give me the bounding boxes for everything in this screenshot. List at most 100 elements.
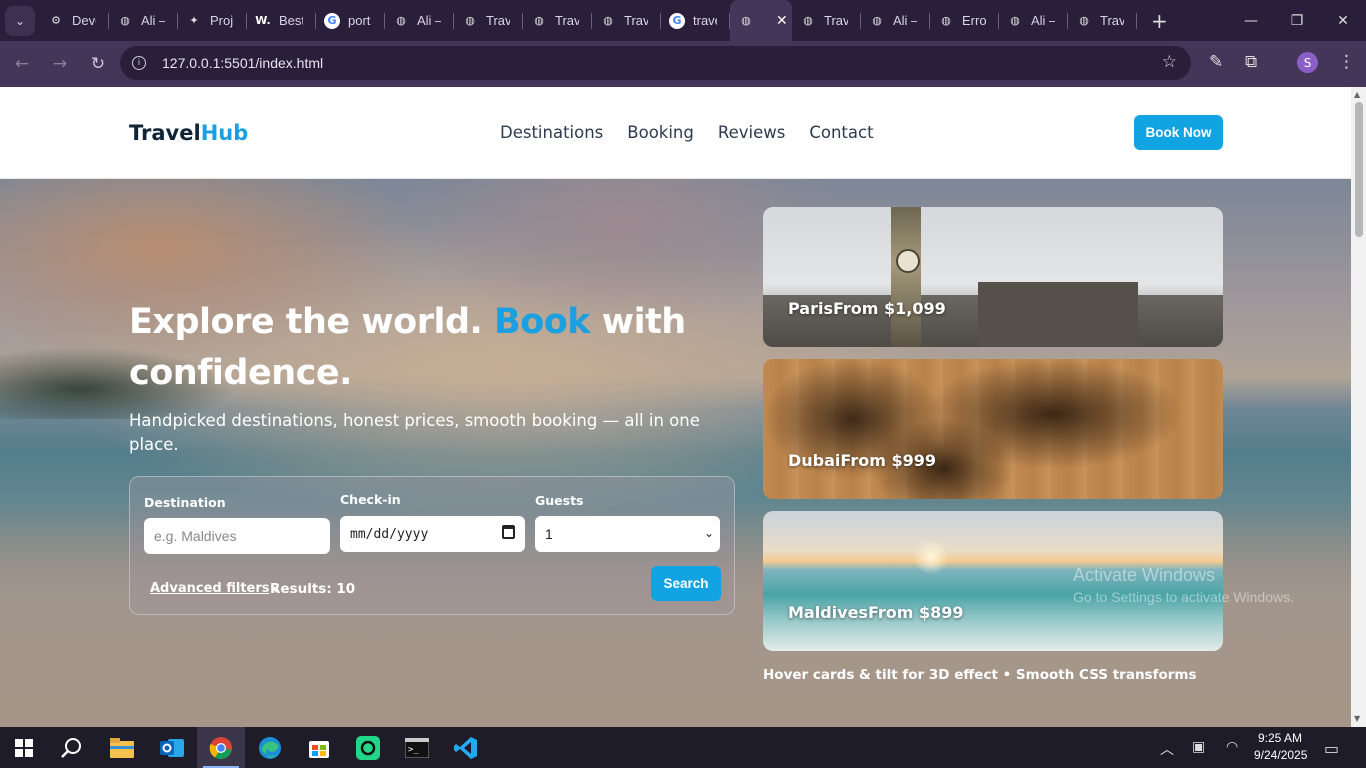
- taskbar-clock[interactable]: 9:25 AM 9/24/2025: [1254, 730, 1307, 764]
- scroll-down-arrow-icon[interactable]: ▼: [1354, 714, 1360, 723]
- globe-icon: ◍: [396, 14, 406, 27]
- calendar-icon[interactable]: [502, 525, 515, 539]
- browser-tab[interactable]: ◍ Ali –: [109, 0, 178, 41]
- vscode-icon[interactable]: [442, 727, 490, 768]
- nav-destinations[interactable]: Destinations: [500, 123, 603, 142]
- tab-title: Ali –: [893, 13, 917, 28]
- eyedropper-icon[interactable]: ✎: [1209, 52, 1223, 72]
- browser-tab[interactable]: ✦ Proj: [178, 0, 247, 41]
- globe-icon: ◍: [534, 14, 544, 27]
- card-title: Paris: [788, 299, 833, 318]
- card-image-tower: [891, 207, 921, 347]
- card-title: Dubai: [788, 451, 841, 470]
- google-icon: G: [669, 12, 685, 29]
- wifi-icon[interactable]: ◠: [1226, 739, 1238, 755]
- outlook-icon[interactable]: [148, 727, 196, 768]
- tab-search-button[interactable]: ⌄: [5, 5, 35, 36]
- card-label: ParisFrom $1,099: [788, 299, 946, 318]
- hero-headline: Explore the world. Book with confidence.: [129, 297, 689, 399]
- browser-tab[interactable]: ◍ Trav: [792, 0, 861, 41]
- browser-tab[interactable]: ◍ Trav: [454, 0, 523, 41]
- tab-title: Ali –: [1031, 13, 1055, 28]
- nav-reviews[interactable]: Reviews: [718, 123, 785, 142]
- new-tab-button[interactable]: +: [1151, 9, 1168, 33]
- search-icon[interactable]: [48, 727, 96, 768]
- advanced-filters-toggle[interactable]: Advanced filters ▼: [150, 581, 279, 596]
- reload-button[interactable]: ↻: [80, 54, 116, 74]
- globe-icon: ◍: [741, 14, 751, 27]
- page-scrollbar[interactable]: ▲ ▼: [1351, 87, 1366, 727]
- browser-tab[interactable]: ◍ Trav: [523, 0, 592, 41]
- browser-menu-icon[interactable]: ⋮: [1338, 52, 1355, 72]
- browser-tab[interactable]: ◍ Trav: [592, 0, 661, 41]
- globe-icon: ◍: [603, 14, 613, 27]
- headline-accent: Book: [494, 302, 591, 342]
- tab-title: Trav: [624, 13, 648, 28]
- scroll-up-arrow-icon[interactable]: ▲: [1354, 90, 1360, 99]
- globe-icon: ◍: [803, 14, 813, 27]
- chevron-up-icon[interactable]: ︿: [1160, 739, 1174, 759]
- browser-tab[interactable]: ◍ Ali –: [999, 0, 1068, 41]
- destination-card-paris[interactable]: ParisFrom $1,099: [763, 207, 1223, 347]
- url-text[interactable]: 127.0.0.1:5501/index.html: [162, 55, 323, 71]
- back-button[interactable]: ←: [4, 54, 40, 74]
- card-label: MaldivesFrom $899: [788, 603, 964, 622]
- checkin-date-input[interactable]: mm/dd/yyyy: [340, 516, 525, 552]
- extensions-icon[interactable]: ⧉: [1245, 52, 1257, 72]
- nav-contact[interactable]: Contact: [809, 123, 873, 142]
- globe-icon: ◍: [465, 14, 475, 27]
- browser-tab[interactable]: ◍ Ali –: [861, 0, 930, 41]
- site-info-icon[interactable]: i: [132, 56, 146, 70]
- main-nav: Destinations Booking Reviews Contact: [500, 123, 874, 142]
- bookmark-star-icon[interactable]: ☆: [1162, 52, 1177, 72]
- tab-title: Erro: [962, 13, 986, 28]
- hover-hint-text: Hover cards & tilt for 3D effect • Smoot…: [763, 667, 1197, 683]
- browser-tab[interactable]: Gport: [316, 0, 385, 41]
- profile-avatar[interactable]: S: [1297, 52, 1318, 73]
- w-icon: W.: [255, 14, 271, 27]
- destination-input[interactable]: e.g. Maldives: [144, 518, 330, 554]
- browser-tab[interactable]: ◍ Trav: [1068, 0, 1137, 41]
- checkin-label: Check-in: [340, 492, 401, 507]
- close-window-button[interactable]: ✕: [1320, 0, 1366, 41]
- browser-tab[interactable]: Gtrave: [661, 0, 730, 41]
- guests-select[interactable]: 1 ⌄: [535, 516, 720, 552]
- guests-value: 1: [545, 526, 553, 542]
- svg-text:>_: >_: [408, 745, 419, 755]
- minimize-button[interactable]: —: [1228, 0, 1274, 41]
- browser-tab[interactable]: ◍ Ali –: [385, 0, 454, 41]
- browser-tab[interactable]: ⚙ Deve: [40, 0, 109, 41]
- destination-card-dubai[interactable]: DubaiFrom $999: [763, 359, 1223, 499]
- pycharm-icon[interactable]: [344, 727, 392, 768]
- advanced-filters-label: Advanced filters: [150, 581, 270, 596]
- search-button[interactable]: Search: [651, 566, 721, 601]
- notification-icon[interactable]: ▭: [1324, 739, 1339, 758]
- start-icon[interactable]: [0, 727, 48, 768]
- site-header: TravelHub Destinations Booking Reviews C…: [0, 87, 1351, 179]
- card-price: From $1,099: [833, 299, 946, 318]
- store-icon[interactable]: [295, 727, 343, 768]
- book-now-button[interactable]: Book Now: [1134, 115, 1223, 150]
- browser-tab[interactable]: ◍ Erro: [930, 0, 999, 41]
- restore-button[interactable]: ❐: [1274, 0, 1320, 41]
- edge-icon[interactable]: [246, 727, 294, 768]
- watermark-subtitle: Go to Settings to activate Windows.: [1073, 589, 1294, 605]
- address-bar[interactable]: i 127.0.0.1:5501/index.html ☆: [120, 46, 1191, 80]
- site-logo[interactable]: TravelHub: [129, 121, 248, 145]
- display-icon[interactable]: ▣: [1192, 739, 1205, 755]
- forward-button[interactable]: →: [42, 54, 78, 74]
- nav-booking[interactable]: Booking: [627, 123, 694, 142]
- headline-text: Explore the world.: [129, 302, 495, 342]
- logo-text: Travel: [129, 121, 201, 145]
- card-price: From $999: [840, 451, 936, 470]
- scrollbar-thumb[interactable]: [1355, 102, 1363, 237]
- hero-section: Explore the world. Book with confidence.…: [0, 179, 1351, 727]
- chrome-icon[interactable]: [197, 727, 245, 768]
- terminal-icon[interactable]: >_: [393, 727, 441, 768]
- file-explorer-icon[interactable]: [98, 727, 146, 768]
- tab-title: Deve: [72, 13, 96, 28]
- browser-tab[interactable]: ◍ ✕: [730, 0, 792, 41]
- close-tab-icon[interactable]: ✕: [776, 13, 788, 29]
- browser-tab[interactable]: W. Best: [247, 0, 316, 41]
- pin-icon: ✦: [189, 14, 199, 27]
